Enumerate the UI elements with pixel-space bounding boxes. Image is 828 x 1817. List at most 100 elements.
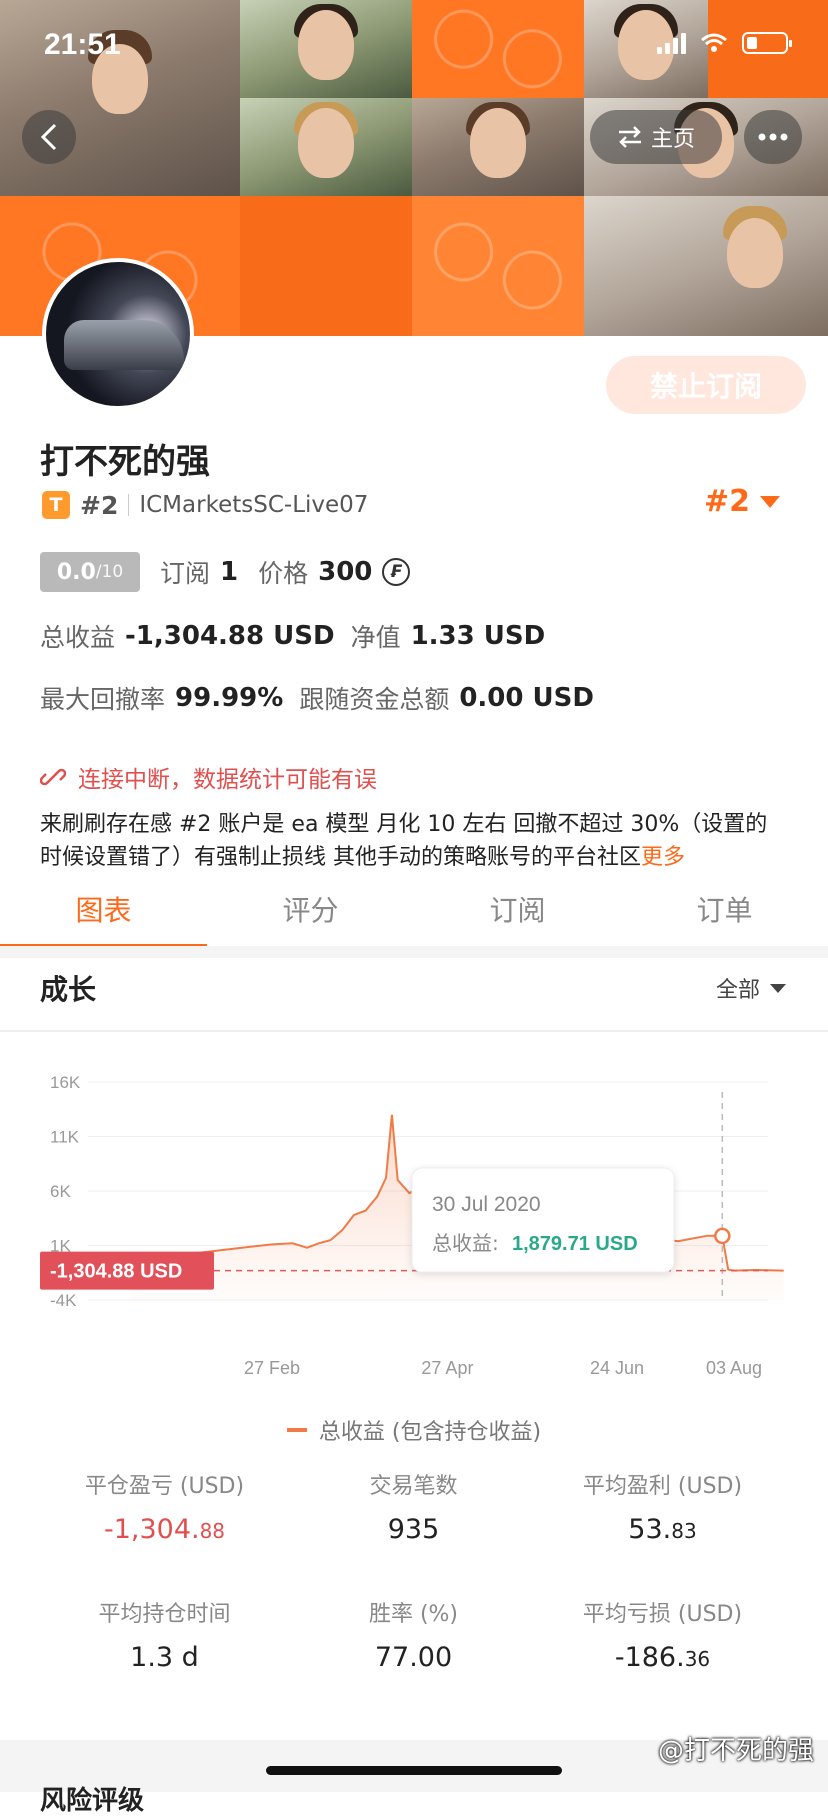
- metric-label: 胜率 (%): [368, 1602, 459, 1627]
- section-gap: [0, 946, 828, 958]
- price-label: 价格: [258, 559, 309, 588]
- cursor-point: [714, 1227, 731, 1245]
- home-button[interactable]: 主页: [590, 110, 722, 164]
- max-drawdown-label: 最大回撤率: [40, 685, 166, 714]
- metric-avg-loss: 平均亏损 (USD) -186.36: [538, 1596, 787, 1673]
- avatar[interactable]: [42, 258, 194, 410]
- metric-avg-hold-time: 平均持仓时间 1.3 d: [40, 1596, 289, 1673]
- tab-subscription[interactable]: 订阅: [414, 872, 621, 946]
- profile-description: 来刷刷存在感 #2 账户是 ea 模型 月化 10 左右 回撤不超过 30%（设…: [40, 808, 788, 874]
- total-profit-value: -1,304.88 USD: [125, 621, 335, 651]
- x-tick-label: 27 Feb: [244, 1358, 300, 1378]
- account-switcher[interactable]: #2: [704, 484, 780, 519]
- divider: [0, 1030, 828, 1032]
- y-tick-label: 16K: [50, 1073, 81, 1092]
- score-row: 0.0/10 订阅 1 价格 300 ₣: [40, 552, 411, 592]
- trader-name: 打不死的强: [40, 442, 210, 482]
- metrics-grid: 平仓盈亏 (USD) -1,304.88 交易笔数 935 平均盈利 (USD)…: [40, 1468, 788, 1738]
- connection-warning: 连接中断，数据统计可能有误: [40, 760, 377, 794]
- metric-value: 1.3 d: [130, 1642, 199, 1673]
- wifi-icon: [701, 33, 727, 52]
- equity-label: 净值: [350, 623, 401, 652]
- battery-icon: [742, 32, 792, 54]
- profit-row: 总收益 -1,304.88 USD 净值 1.33 USD: [40, 618, 545, 654]
- cover-photo: [412, 98, 584, 196]
- account-switcher-label: #2: [703, 484, 750, 519]
- metric-closed-pl: 平仓盈亏 (USD) -1,304.88: [40, 1468, 289, 1545]
- cover-photo: [584, 196, 828, 336]
- more-dots-icon: [758, 133, 788, 141]
- equity-value: 1.33 USD: [410, 621, 546, 651]
- warning-text: 连接中断，数据统计可能有误: [78, 767, 377, 793]
- chevron-left-icon: [40, 123, 57, 151]
- triangle-down-icon: [770, 983, 786, 993]
- metric-label: 平均亏损 (USD): [582, 1602, 743, 1627]
- drawdown-row: 最大回撤率 99.99% 跟随资金总额 0.00 USD: [40, 680, 594, 716]
- tooltip: [411, 1167, 675, 1273]
- tooltip-date: 30 Jul 2020: [432, 1193, 541, 1216]
- metric-value: 77.00: [374, 1642, 453, 1673]
- range-select-label: 全部: [715, 978, 760, 1003]
- status-icons: [657, 32, 792, 54]
- cover-pattern: [240, 196, 412, 336]
- total-profit-label: 总收益: [40, 623, 116, 652]
- back-button[interactable]: [22, 110, 76, 164]
- more-link[interactable]: 更多: [641, 845, 685, 870]
- more-button[interactable]: [744, 110, 802, 164]
- account-rank: #2: [80, 490, 119, 520]
- legend-swatch: [286, 1428, 307, 1432]
- subscribe-count: 1: [220, 557, 239, 587]
- tab-orders[interactable]: 订单: [621, 872, 828, 946]
- broken-link-icon: [40, 768, 66, 786]
- tab-bar: 图表 评分 订阅 订单: [0, 872, 828, 948]
- tooltip-value: 1,879.71 USD: [512, 1233, 638, 1255]
- next-section-title: 风险评级: [40, 1786, 145, 1816]
- cover-pattern: [412, 196, 584, 336]
- cover-photo: [240, 98, 412, 196]
- price-value: 300: [318, 557, 373, 587]
- metric-value: 53.83: [628, 1514, 697, 1545]
- chart-legend: 总收益 (包含持仓收益): [0, 1414, 828, 1446]
- metric-label: 平仓盈亏 (USD): [84, 1474, 245, 1499]
- score-badge: 0.0/10: [40, 552, 140, 592]
- metric-value: -1,304.88: [103, 1514, 226, 1545]
- coin-icon: ₣: [382, 558, 411, 586]
- y-tick-label: -4K: [50, 1291, 77, 1310]
- metric-label: 交易笔数: [369, 1474, 458, 1499]
- account-row: T #2 ICMarketsSC-Live07: [42, 488, 368, 522]
- subscribe-count-label: 订阅: [160, 559, 211, 588]
- metric-win-rate: 胜率 (%) 77.00: [289, 1596, 538, 1673]
- cover-pattern: [412, 0, 584, 98]
- signal-icon: [657, 32, 686, 54]
- x-tick-label: 03 Aug: [706, 1358, 762, 1378]
- metric-avg-profit: 平均盈利 (USD) 53.83: [538, 1468, 787, 1545]
- metric-trade-count: 交易笔数 935: [289, 1468, 538, 1545]
- y-tick-label: 11K: [50, 1128, 80, 1147]
- current-value-flag: -1,304.88 USD: [40, 1251, 214, 1290]
- range-select[interactable]: 全部: [716, 972, 786, 1004]
- triangle-down-icon: [760, 495, 780, 508]
- growth-chart[interactable]: 16K11K6K1K-4K27 Feb 27 Apr 24 Jun 03 Aug -1…: [0, 1060, 828, 1380]
- tab-rating[interactable]: 评分: [207, 872, 414, 946]
- metric-label: 平均持仓时间: [98, 1602, 231, 1627]
- platform-badge: T: [42, 491, 70, 519]
- swap-arrows-icon: [618, 126, 641, 148]
- current-value-label: -1,304.88 USD: [50, 1261, 182, 1283]
- home-label: 主页: [650, 127, 695, 152]
- score-max: /10: [95, 562, 124, 582]
- watermark: @打不死的强: [657, 1736, 814, 1766]
- home-indicator[interactable]: [266, 1766, 562, 1775]
- metric-value: 935: [387, 1514, 440, 1545]
- divider: [128, 494, 130, 516]
- y-tick-label: 6K: [50, 1182, 71, 1201]
- tab-chart[interactable]: 图表: [0, 872, 207, 948]
- metric-label: 平均盈利 (USD): [582, 1474, 743, 1499]
- metric-value: -186.36: [614, 1642, 711, 1673]
- x-tick-label: 24 Jun: [590, 1358, 644, 1378]
- status-time: 21:51: [44, 28, 121, 61]
- legend-label: 总收益 (包含持仓收益): [318, 1420, 542, 1445]
- account-name: ICMarketsSC-Live07: [139, 492, 369, 518]
- subscribe-button[interactable]: 禁止订阅: [606, 356, 806, 414]
- score-value: 0.0: [56, 559, 96, 585]
- growth-title: 成长: [40, 973, 97, 1006]
